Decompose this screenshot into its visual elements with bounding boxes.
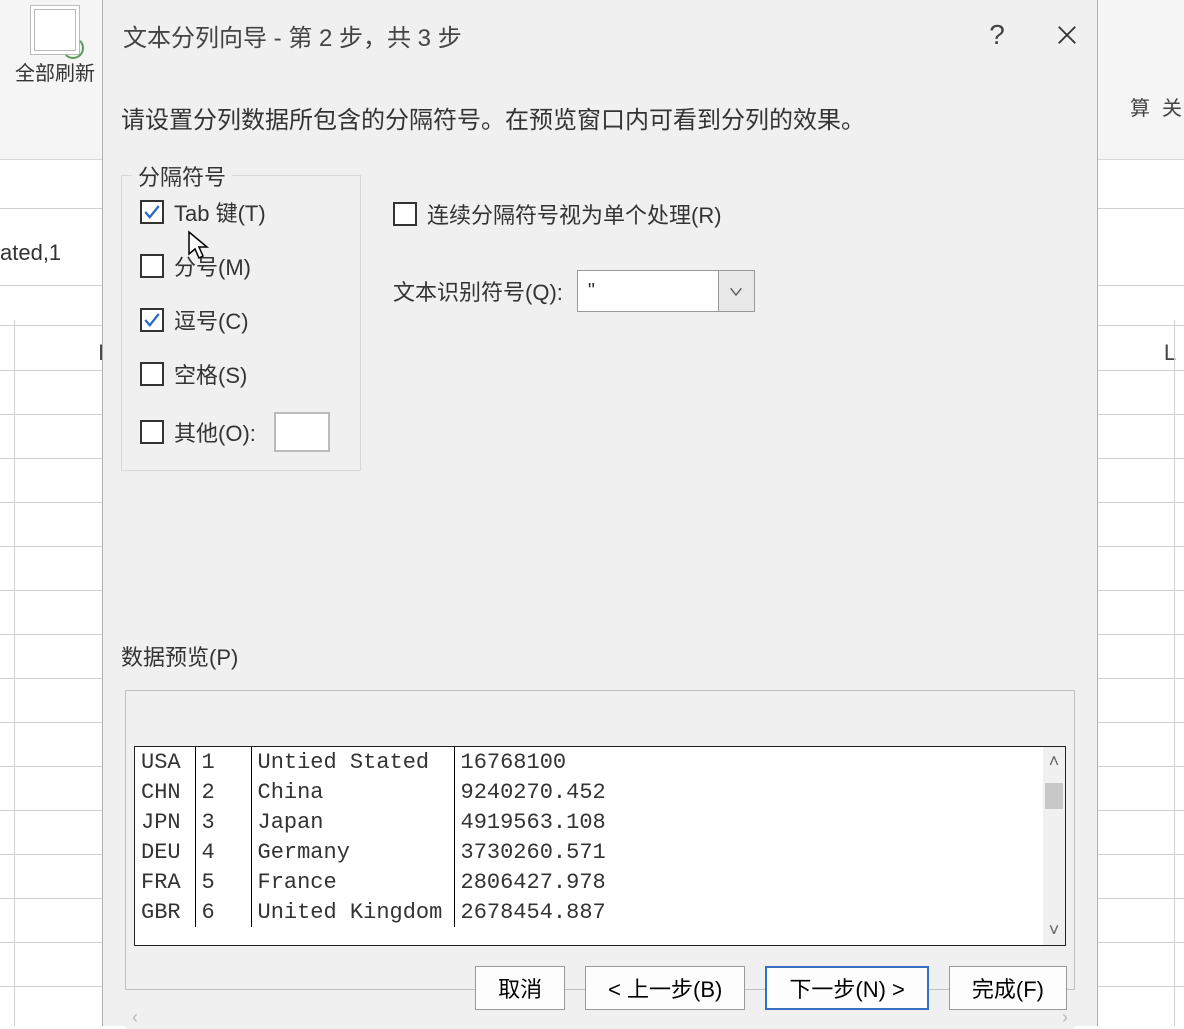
table-cell: 9240270.452	[454, 777, 1065, 807]
table-cell: Germany	[251, 837, 454, 867]
semicolon-label: 分号(M)	[174, 250, 251, 282]
delimiters-legend: 分隔符号	[132, 160, 232, 192]
other-delimiter-input[interactable]	[274, 412, 330, 452]
refresh-all-label: 全部刷新	[15, 57, 95, 86]
finish-button[interactable]: 完成(F)	[949, 966, 1067, 1010]
combo-dropdown-button[interactable]	[718, 271, 754, 311]
wizard-instruction: 请设置分列数据所包含的分隔符号。在预览窗口内可看到分列的效果。	[121, 100, 1079, 135]
table-row[interactable]: USA1Untied Stated16768100	[135, 747, 1065, 777]
data-preview-grid[interactable]: USA1Untied Stated16768100CHN2China924027…	[134, 746, 1066, 946]
dialog-title: 文本分列向导 - 第 2 步，共 3 步	[123, 18, 977, 53]
space-label: 空格(S)	[174, 358, 247, 390]
table-cell: 3	[195, 807, 251, 837]
table-cell: 1	[195, 747, 251, 777]
space-checkbox[interactable]	[140, 362, 164, 386]
table-cell: 2678454.887	[454, 897, 1065, 927]
consecutive-checkbox[interactable]	[393, 202, 417, 226]
refresh-all-button[interactable]: 全部刷新	[15, 5, 95, 86]
refresh-icon	[30, 5, 80, 55]
preview-label: 数据预览(P)	[121, 640, 238, 672]
text-qualifier-label: 文本识别符号(Q):	[393, 275, 563, 307]
table-cell: CHN	[135, 777, 195, 807]
cancel-button[interactable]: 取消	[475, 966, 565, 1010]
comma-label: 逗号(C)	[174, 304, 249, 336]
scroll-up-icon: ˄	[1049, 751, 1060, 772]
close-icon	[1056, 24, 1078, 46]
table-cell: 16768100	[454, 747, 1065, 777]
next-button[interactable]: 下一步(N) >	[765, 966, 929, 1010]
table-cell: United Kingdom	[251, 897, 454, 927]
scrollbar-thumb[interactable]	[1045, 783, 1063, 809]
table-cell: GBR	[135, 897, 195, 927]
text-to-columns-wizard-dialog: 文本分列向导 - 第 2 步，共 3 步 ? 请设置分列数据所包含的分隔符号。在…	[102, 0, 1098, 1026]
comma-checkbox[interactable]	[140, 308, 164, 332]
preview-vertical-scrollbar[interactable]: ˄ ˅	[1043, 747, 1065, 945]
table-cell: USA	[135, 747, 195, 777]
ribbon-right-labels: 算 关	[1130, 92, 1182, 121]
formula-bar-text: ated,1	[0, 240, 61, 266]
back-button[interactable]: < 上一步(B)	[585, 966, 745, 1010]
table-row[interactable]: GBR6United Kingdom2678454.887	[135, 897, 1065, 927]
table-row[interactable]: JPN3Japan4919563.108	[135, 807, 1065, 837]
text-qualifier-value: "	[578, 271, 718, 311]
table-cell: 3730260.571	[454, 837, 1065, 867]
tab-label: Tab 键(T)	[174, 196, 266, 228]
close-button[interactable]	[1047, 15, 1087, 55]
scroll-down-icon: ˅	[1049, 920, 1060, 941]
other-checkbox[interactable]	[140, 420, 164, 444]
table-cell: 4919563.108	[454, 807, 1065, 837]
semicolon-checkbox[interactable]	[140, 254, 164, 278]
table-row[interactable]: FRA5France2806427.978	[135, 867, 1065, 897]
table-cell: JPN	[135, 807, 195, 837]
table-cell: 4	[195, 837, 251, 867]
table-cell: 2806427.978	[454, 867, 1065, 897]
table-cell: 5	[195, 867, 251, 897]
table-cell: 6	[195, 897, 251, 927]
text-qualifier-combo[interactable]: "	[577, 270, 755, 312]
dialog-titlebar: 文本分列向导 - 第 2 步，共 3 步 ?	[103, 0, 1097, 70]
chevron-down-icon	[728, 283, 744, 299]
other-label: 其他(O):	[174, 416, 256, 448]
table-cell: China	[251, 777, 454, 807]
delimiters-fieldset: 分隔符号 Tab 键(T) 分号(M) 逗号(C)	[121, 175, 361, 471]
table-cell: FRA	[135, 867, 195, 897]
table-cell: Untied Stated	[251, 747, 454, 777]
table-row[interactable]: DEU4Germany3730260.571	[135, 837, 1065, 867]
table-cell: DEU	[135, 837, 195, 867]
tab-checkbox[interactable]	[140, 200, 164, 224]
data-preview-box: USA1Untied Stated16768100CHN2China924027…	[125, 690, 1075, 990]
table-cell: 2	[195, 777, 251, 807]
help-button[interactable]: ?	[977, 19, 1017, 51]
table-cell: Japan	[251, 807, 454, 837]
consecutive-label: 连续分隔符号视为单个处理(R)	[427, 198, 722, 230]
table-cell: France	[251, 867, 454, 897]
table-row[interactable]: CHN2China9240270.452	[135, 777, 1065, 807]
